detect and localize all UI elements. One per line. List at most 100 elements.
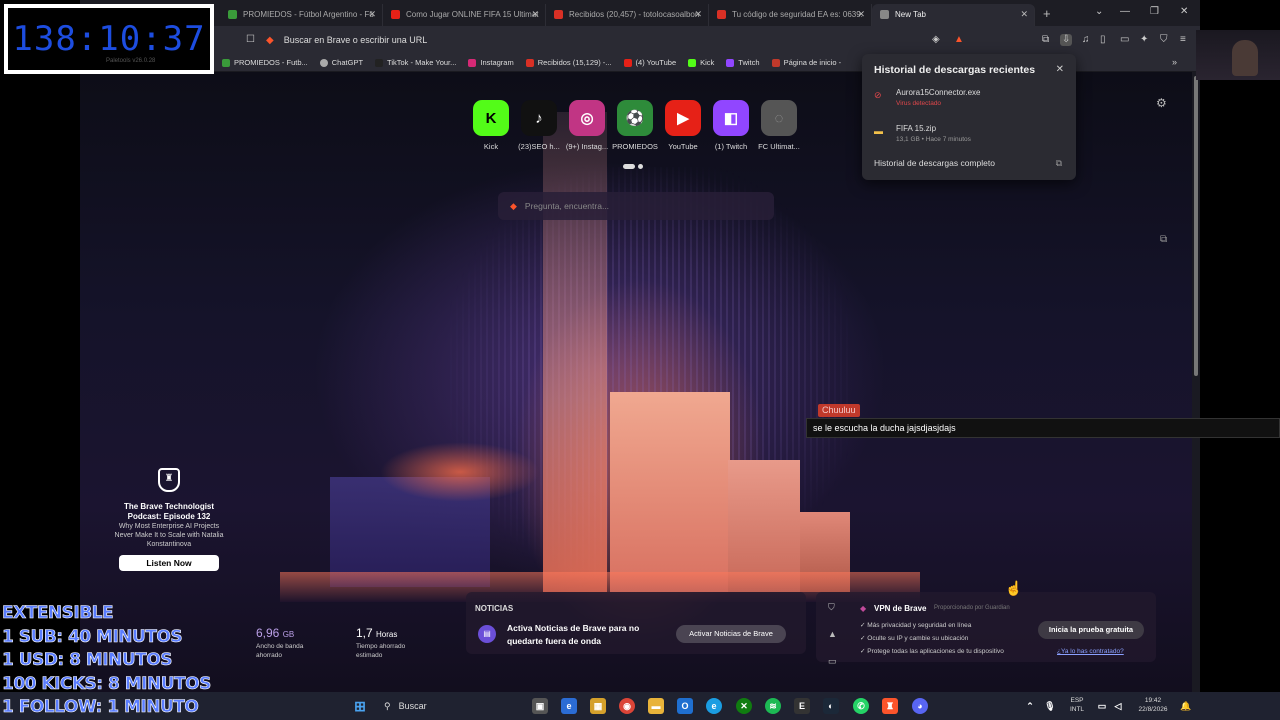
tab-gmail-ea-code[interactable]: Tu código de seguridad EA es: 0639. ✕: [709, 3, 872, 26]
brave-shields-icon[interactable]: ◈: [932, 34, 940, 46]
shortcut-promiedos[interactable]: ⚽: [617, 100, 653, 136]
pagination-dot[interactable]: [638, 164, 643, 169]
favicon-icon: [771, 58, 780, 67]
whatsapp-icon[interactable]: ✆: [853, 698, 869, 714]
tab-youtube[interactable]: Como Jugar ONLINE FIFA 15 Ultimat ✕: [383, 3, 546, 26]
tab-new-tab[interactable]: New Tab ✕: [872, 3, 1035, 26]
bookmark-tiktok[interactable]: TikTok - Make Your...: [375, 58, 456, 67]
clock-time: 19:42: [1144, 697, 1162, 704]
volume-icon[interactable]: ◁: [1110, 698, 1126, 714]
bookmark-instagram[interactable]: Instagram: [468, 58, 514, 67]
brave-icon[interactable]: ♜: [882, 698, 898, 714]
shortcut-tiktok[interactable]: ♪: [521, 100, 557, 136]
clock[interactable]: 19:42 22/8/2026: [1128, 696, 1178, 714]
bookmark-promiedos[interactable]: PROMIEDOS - Futb...: [222, 58, 308, 67]
downloads-icon[interactable]: ⇩: [1060, 34, 1073, 46]
bookmark-twitch[interactable]: Twitch: [726, 58, 760, 67]
new-tab-button[interactable]: +: [1043, 6, 1051, 21]
scrollbar-track[interactable]: [1192, 72, 1200, 692]
shortcut-kick[interactable]: K: [473, 100, 509, 136]
microphone-icon[interactable]: 🎙: [1042, 698, 1058, 714]
download-item[interactable]: ▬ FIFA 15.zip 13,1 GB • Hace 7 minutos: [874, 124, 971, 143]
outlook-icon[interactable]: O: [677, 698, 693, 714]
shortcut-youtube[interactable]: ▶: [665, 100, 701, 136]
edge-dev-icon[interactable]: e: [561, 698, 577, 714]
task-view-icon[interactable]: ▣: [532, 698, 548, 714]
vpn-icon[interactable]: ⛉: [1160, 34, 1168, 46]
tray-chevron-icon[interactable]: ⌃: [1022, 698, 1038, 714]
windows-start-icon[interactable]: ⊞: [352, 698, 368, 714]
brave-rewards-icon[interactable]: ▲: [954, 34, 964, 46]
external-link-icon[interactable]: ⧉: [1160, 234, 1167, 245]
stream-timer: 138:10:37 Paletools v26.0.28: [4, 4, 214, 74]
close-icon[interactable]: ✕: [1020, 9, 1028, 20]
youtube-icon: [623, 58, 632, 67]
media-icon[interactable]: ♫: [1082, 34, 1090, 46]
tab-list-chevron-icon[interactable]: ⌄: [1095, 6, 1103, 17]
extensions-icon[interactable]: ⧉: [1042, 34, 1049, 46]
shortcut-instagram[interactable]: ◎: [569, 100, 605, 136]
shortcut-pagination[interactable]: [623, 164, 647, 170]
notifications-icon[interactable]: 🔔: [1178, 698, 1194, 714]
close-icon[interactable]: ✕: [694, 9, 702, 20]
chat-username: Chuuluu: [818, 404, 860, 417]
alert-icon[interactable]: ▲: [828, 629, 837, 639]
listen-now-button[interactable]: Listen Now: [119, 555, 219, 571]
tab-gmail-inbox[interactable]: Recibidos (20,457) - totolocasoalbon ✕: [546, 3, 709, 26]
settings-gear-icon[interactable]: ⚙: [1156, 96, 1167, 110]
tab-label: Tu código de seguridad EA es: 0639.: [732, 10, 863, 19]
tab-favicon-icon: [228, 10, 237, 19]
close-icon[interactable]: ✕: [368, 9, 376, 20]
bookmark-chatgpt[interactable]: ChatGPT: [319, 58, 363, 67]
language-indicator[interactable]: ESP INTL: [1064, 696, 1090, 714]
bookmark-home-page[interactable]: Página de inicio -: [771, 58, 841, 67]
edge-icon[interactable]: e: [706, 698, 722, 714]
scrollbar-thumb[interactable]: [1194, 76, 1198, 376]
bookmark-kick[interactable]: Kick: [688, 58, 714, 67]
bookmark-label: PROMIEDOS - Futb...: [234, 58, 308, 67]
file-explorer-icon[interactable]: ▬: [648, 698, 664, 714]
taskbar-search[interactable]: ⚲ Buscar: [380, 696, 520, 716]
discord-icon[interactable]: ◕: [912, 698, 928, 714]
store-icon[interactable]: ▦: [590, 698, 606, 714]
background-glow: [380, 442, 540, 502]
tab-promiedos[interactable]: PROMIEDOS - Fútbol Argentino - Fú ✕: [220, 3, 383, 26]
chrome-icon[interactable]: ◉: [619, 698, 635, 714]
maximize-button[interactable]: ❐: [1150, 6, 1159, 17]
vpn-tab-icon[interactable]: ⛉: [828, 602, 835, 613]
search-box[interactable]: ◆ Pregunta, encuentra...: [498, 192, 774, 220]
minimize-button[interactable]: —: [1120, 6, 1130, 17]
close-icon[interactable]: ✕: [531, 9, 539, 20]
shortcut-fc-ultimate[interactable]: ◌: [761, 100, 797, 136]
close-icon[interactable]: ✕: [1056, 64, 1064, 75]
download-item[interactable]: ⊘ Aurora15Connector.exe Virus detectado: [874, 88, 981, 107]
full-download-history-link[interactable]: Historial de descargas completo: [874, 158, 995, 168]
steam-icon[interactable]: ◐: [823, 698, 839, 714]
activate-news-button[interactable]: Activar Noticias de Brave: [676, 625, 786, 643]
start-trial-button[interactable]: Inicia la prueba gratuita: [1038, 621, 1144, 639]
menu-icon[interactable]: ≡: [1180, 34, 1186, 46]
bookmark-youtube[interactable]: (4) YouTube: [623, 58, 676, 67]
close-window-button[interactable]: ✕: [1180, 6, 1188, 17]
already-subscribed-link[interactable]: ¿Ya lo has contratado?: [1057, 648, 1124, 655]
bookmarks-overflow-icon[interactable]: »: [1172, 57, 1177, 67]
network-icon[interactable]: ▭: [1094, 698, 1110, 714]
pagination-dot-active[interactable]: [623, 164, 635, 169]
bookmark-icon[interactable]: ☐: [246, 34, 255, 46]
bookmark-gmail[interactable]: Recibidos (15,129) -...: [525, 58, 612, 67]
subathon-line: EXTENSIBLE: [2, 603, 114, 624]
brave-shield-icon[interactable]: ◆: [266, 35, 274, 46]
leo-icon[interactable]: ✦: [1140, 34, 1148, 46]
shortcut-twitch[interactable]: ◧: [713, 100, 749, 136]
epic-games-icon[interactable]: E: [794, 698, 810, 714]
wallet-icon[interactable]: ▭: [1120, 34, 1129, 46]
open-external-icon[interactable]: ⧉: [1056, 158, 1062, 169]
sidebar-icon[interactable]: ▯: [1100, 34, 1106, 46]
address-bar[interactable]: ◆ Buscar en Brave o escribir una URL: [266, 30, 936, 50]
spotify-icon[interactable]: ≋: [765, 698, 781, 714]
card-icon[interactable]: ▭: [828, 656, 837, 667]
xbox-icon[interactable]: ✕: [736, 698, 752, 714]
vpn-feature: ✓ Protege todas las aplicaciones de tu d…: [860, 648, 1004, 655]
close-icon[interactable]: ✕: [857, 9, 865, 20]
timer-subtitle: Paletools v26.0.28: [106, 58, 156, 64]
